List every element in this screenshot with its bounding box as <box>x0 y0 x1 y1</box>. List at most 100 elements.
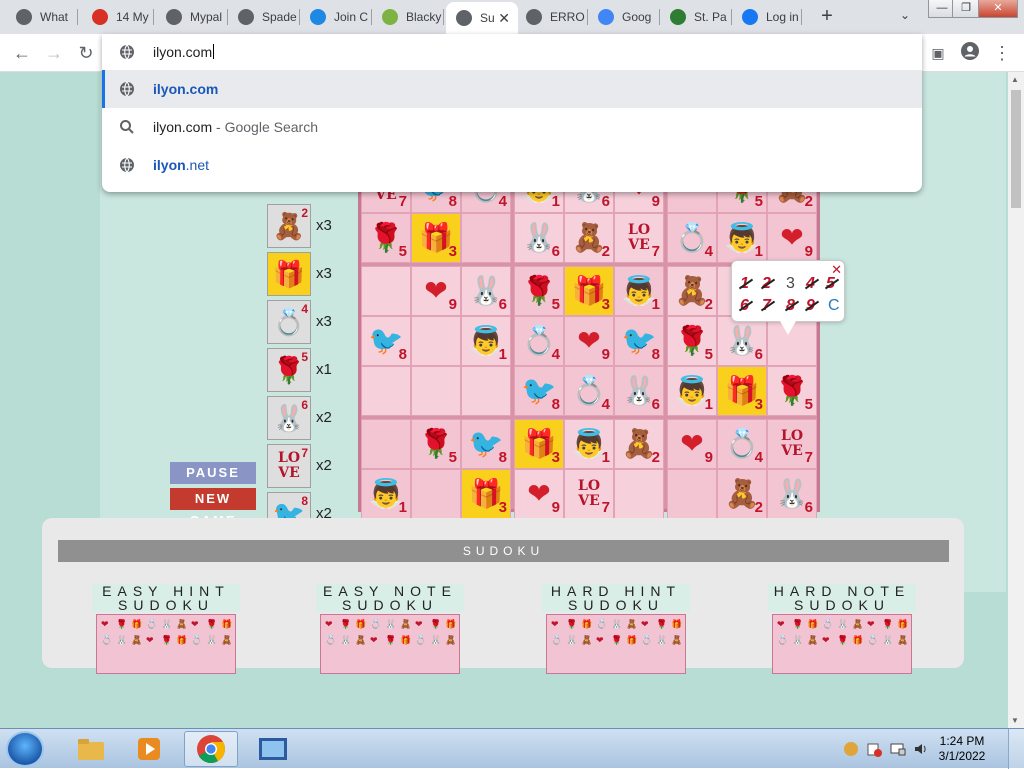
board-cell[interactable]: 🐰6 <box>614 366 664 416</box>
board-cell[interactable]: 👼1 <box>361 469 411 519</box>
board-cell[interactable] <box>411 469 461 519</box>
board-cell[interactable]: 👼1 <box>667 366 717 416</box>
new-tab-button[interactable]: + <box>816 6 838 28</box>
tab[interactable]: Log in <box>732 4 802 30</box>
board-cell[interactable] <box>667 469 717 519</box>
media-player-taskbar-icon[interactable] <box>122 731 176 767</box>
board-cell[interactable]: 🎁 3 <box>564 266 614 316</box>
board-cell[interactable] <box>361 366 411 416</box>
tray-piece[interactable]: 🌹 5 x1 <box>267 348 332 392</box>
tray-piece[interactable]: LO VE 7 x2 <box>267 444 332 488</box>
board-cell[interactable] <box>461 213 511 263</box>
explorer-taskbar-icon[interactable] <box>64 731 118 767</box>
volume-icon[interactable] <box>913 741 929 757</box>
board-cell[interactable]: 👼1 <box>717 213 767 263</box>
scrollbar[interactable]: ▲ ▼ <box>1008 72 1024 728</box>
close-tab-icon[interactable]: ✕ <box>498 10 510 27</box>
board-cell[interactable]: 💍4 <box>514 316 564 366</box>
system-clock[interactable]: 1:24 PM 3/1/2022 <box>934 734 990 764</box>
board-cell[interactable] <box>461 366 511 416</box>
board-cell[interactable]: 🐰6 <box>461 266 511 316</box>
board-cell[interactable]: 🐦8 <box>614 316 664 366</box>
monitor-tray-icon[interactable] <box>890 741 906 757</box>
clear-hint-button[interactable]: C <box>828 297 840 315</box>
maximize-button[interactable]: ❐ <box>952 0 980 18</box>
game-card[interactable]: EASY HINT SUDOKU ❤ 🌹 🎁 💍 🐰 🧸 ❤ 🌹 🎁 💍 🐰 🧸 ❤ 🌹 🎁 💍 🐰 🧸 <box>92 584 240 674</box>
network-tray-icon[interactable] <box>843 741 859 757</box>
screenshot-app-taskbar-icon[interactable] <box>246 731 300 767</box>
board-cell[interactable] <box>361 266 411 316</box>
board-cell[interactable]: LOVE7 <box>614 213 664 263</box>
rose-icon[interactable]: 🌹 5 <box>267 348 311 392</box>
board-cell[interactable]: LOVE7 <box>564 469 614 519</box>
tray-piece[interactable]: 🐰 6 x2 <box>267 396 332 440</box>
start-button[interactable] <box>6 731 44 767</box>
suggestion-item[interactable]: ilyon.com - Google Search <box>102 108 922 146</box>
hint-digit[interactable]: 1 <box>740 275 749 293</box>
board-cell[interactable]: 🌹5 <box>514 266 564 316</box>
board-cell[interactable]: ❤9 <box>667 419 717 469</box>
game-card[interactable]: EASY NOTE SUDOKU ❤ 🌹 🎁 💍 🐰 🧸 ❤ 🌹 🎁 💍 🐰 🧸 ❤ 🌹 🎁 💍 🐰 🧸 <box>316 584 464 674</box>
board-cell[interactable]: 👼1 <box>614 266 664 316</box>
tab[interactable]: Blacky <box>372 4 444 30</box>
board-cell[interactable]: ❤9 <box>411 266 461 316</box>
hint-digit[interactable]: 5 <box>826 275 835 293</box>
profile-icon[interactable] <box>958 42 982 64</box>
pause-button[interactable]: PAUSE <box>170 462 256 484</box>
ring-icon[interactable]: 💍 4 <box>267 300 311 344</box>
board-cell[interactable]: 🎁 3 <box>717 366 767 416</box>
board-cell[interactable]: 🐰6 <box>767 469 817 519</box>
hint-digit[interactable]: 7 <box>762 297 771 315</box>
board-cell[interactable]: ❤9 <box>564 316 614 366</box>
game-card[interactable]: HARD HINT SUDOKU ❤ 🌹 🎁 💍 🐰 🧸 ❤ 🌹 🎁 💍 🐰 🧸 ❤ 🌹 🎁 💍 🐰 🧸 <box>542 584 690 674</box>
hint-digit[interactable]: 2 <box>762 275 771 293</box>
show-desktop-button[interactable] <box>1008 729 1024 769</box>
game-card[interactable]: HARD NOTE SUDOKU ❤ 🌹 🎁 💍 🐰 🧸 ❤ 🌹 🎁 💍 🐰 🧸 ❤ 🌹 🎁 💍 🐰 🧸 <box>768 584 916 674</box>
gift-icon[interactable]: 🎁 <box>267 252 311 296</box>
address-bar[interactable]: ilyon.com <box>102 34 922 70</box>
board-cell[interactable]: 👼1 <box>564 419 614 469</box>
close-window-button[interactable]: ✕ <box>978 0 1018 18</box>
board-cell[interactable]: 🐰6 <box>514 213 564 263</box>
back-button[interactable]: ← <box>10 42 34 64</box>
hint-digit[interactable]: 3 <box>786 275 795 293</box>
board-cell[interactable]: LOVE7 <box>767 419 817 469</box>
board-cell[interactable]: 🧸2 <box>614 419 664 469</box>
board-cell[interactable]: 🌹5 <box>667 316 717 366</box>
hint-digit[interactable]: 4 <box>806 275 815 293</box>
tab[interactable]: ERRO <box>516 4 588 30</box>
board-cell[interactable]: 🐦8 <box>461 419 511 469</box>
board-cell[interactable]: 💍4 <box>717 419 767 469</box>
board-cell[interactable]: 🧸2 <box>667 266 717 316</box>
board-cell[interactable]: 🧸2 <box>717 469 767 519</box>
hint-digit[interactable]: 8 <box>786 297 795 315</box>
board-cell[interactable]: 🎁 3 <box>461 469 511 519</box>
board-cell[interactable]: 💍4 <box>564 366 614 416</box>
tab[interactable]: St. Pa <box>660 4 732 30</box>
board-cell[interactable] <box>361 419 411 469</box>
tab[interactable]: Spade <box>228 4 300 30</box>
board-cell[interactable]: 👼1 <box>461 316 511 366</box>
tab[interactable]: What <box>6 4 78 30</box>
board-cell[interactable]: 🐦8 <box>361 316 411 366</box>
hint-digit[interactable]: 9 <box>806 297 815 315</box>
board-cell[interactable]: ❤9 <box>767 213 817 263</box>
board-cell[interactable] <box>411 316 461 366</box>
suggestion-item[interactable]: ilyon.com <box>102 70 922 108</box>
board-cell[interactable]: 🎁 3 <box>514 419 564 469</box>
tab[interactable]: Goog <box>588 4 660 30</box>
tray-piece[interactable]: 💍 4 x3 <box>267 300 332 344</box>
board-cell[interactable]: 🌹5 <box>767 366 817 416</box>
tray-piece[interactable]: 🎁 x3 <box>267 252 332 296</box>
address-input[interactable]: ilyon.com <box>153 44 215 60</box>
suggestion-item[interactable]: ilyon.net <box>102 146 922 184</box>
tab[interactable]: Mypal <box>156 4 228 30</box>
love-icon[interactable]: LO VE 7 <box>267 444 311 488</box>
bear-icon[interactable]: 🧸 2 <box>267 204 311 248</box>
tab-search-button[interactable]: ⌄ <box>896 8 914 26</box>
bunny-icon[interactable]: 🐰 6 <box>267 396 311 440</box>
scrollbar-thumb[interactable] <box>1011 90 1021 208</box>
chrome-taskbar-icon[interactable] <box>184 731 238 767</box>
tab[interactable]: Su ✕ <box>446 2 518 34</box>
board-cell[interactable]: 🐦8 <box>514 366 564 416</box>
